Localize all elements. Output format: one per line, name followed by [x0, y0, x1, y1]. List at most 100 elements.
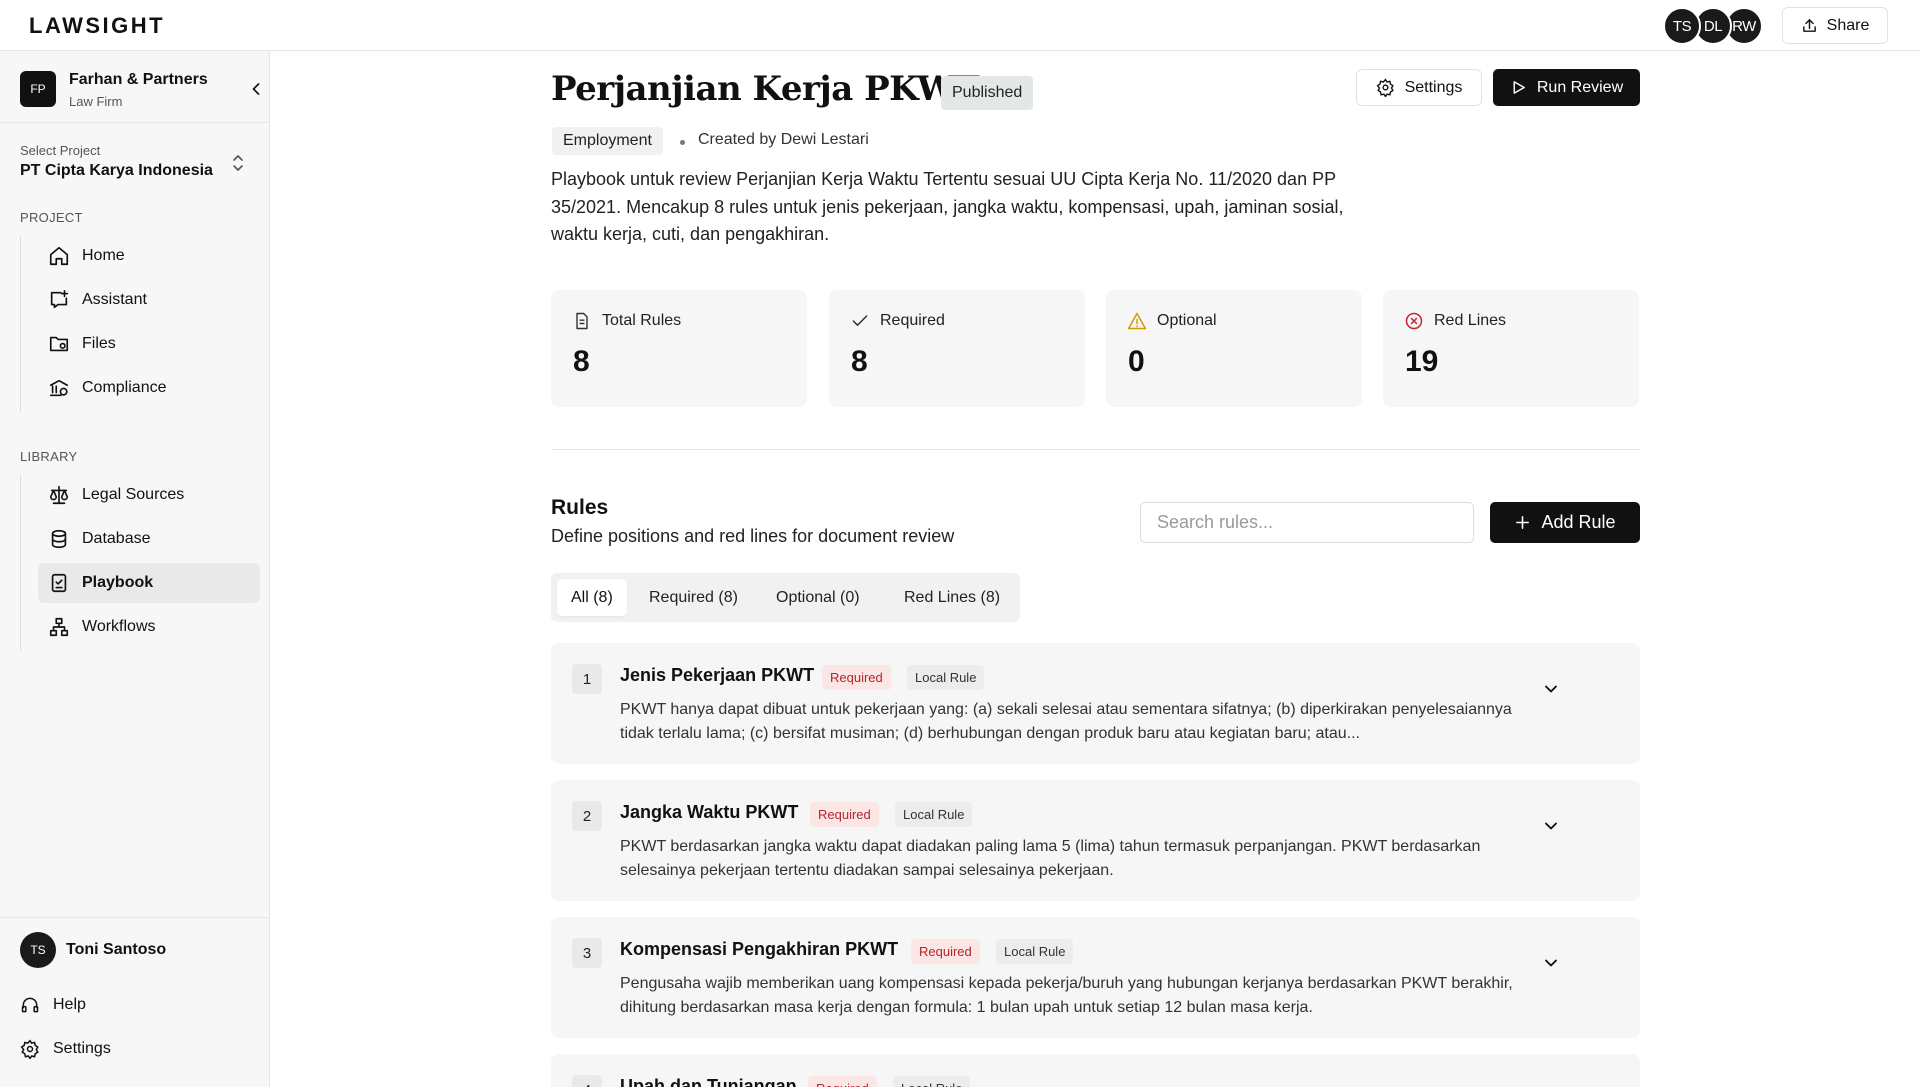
- run-review-label: Run Review: [1536, 78, 1624, 96]
- tab-required[interactable]: Required (8): [635, 579, 752, 616]
- sidebar-item-label: Compliance: [82, 379, 167, 396]
- stat-value: 8: [851, 345, 868, 378]
- chevron-down-icon[interactable]: [1541, 679, 1561, 699]
- rule-card[interactable]: 4 Upah dan Tunjangan Required Local Rule: [551, 1054, 1640, 1087]
- add-rule-label: Add Rule: [1541, 512, 1616, 532]
- chevron-updown-icon[interactable]: [230, 152, 246, 174]
- warning-icon: [1127, 312, 1147, 330]
- rule-title: Jangka Waktu PKWT: [620, 802, 799, 822]
- stat-label-row: Total Rules: [572, 311, 681, 331]
- top-bar: LAWSIGHT TS DL RW Share: [0, 0, 1920, 51]
- settings-link[interactable]: Settings: [20, 1039, 111, 1059]
- playbook-icon: [51, 573, 67, 593]
- local-rule-badge: Local Rule: [895, 802, 973, 827]
- help-label: Help: [53, 996, 86, 1013]
- gear-icon: [20, 1039, 39, 1059]
- org-switcher[interactable]: FP Farhan & Partners Law Firm: [20, 71, 260, 113]
- rule-number: 3: [572, 938, 602, 968]
- divider: [551, 449, 1640, 450]
- status-badge: Published: [941, 76, 1034, 110]
- sidebar-item-label: Assistant: [82, 291, 147, 308]
- stat-label-row: Optional: [1127, 311, 1217, 331]
- stat-value: 8: [573, 345, 590, 378]
- rule-title: Kompensasi Pengakhiran PKWT: [620, 939, 899, 959]
- search-rules-input[interactable]: [1140, 502, 1474, 543]
- project-nav: Home Assistant Files Compliance: [20, 236, 260, 412]
- share-button[interactable]: Share: [1782, 7, 1888, 44]
- app-logo[interactable]: LAWSIGHT: [29, 13, 165, 39]
- sidebar-item-label: Home: [82, 247, 125, 264]
- upload-icon: [1802, 19, 1816, 32]
- created-by: Created by Dewi Lestari: [698, 131, 869, 148]
- chevron-down-icon[interactable]: [1541, 816, 1561, 836]
- stat-label-row: Red Lines: [1404, 311, 1506, 331]
- stat-card-required: Required 8: [829, 290, 1085, 407]
- sidebar-item-label: Workflows: [82, 618, 156, 635]
- settings-button-label: Settings: [1404, 78, 1463, 96]
- rule-number: 4: [572, 1075, 602, 1087]
- required-badge: Required: [810, 802, 879, 827]
- rule-title: Jenis Pekerjaan PKWT: [620, 665, 815, 685]
- sidebar-item-label: Files: [82, 335, 116, 352]
- sidebar-item-assistant[interactable]: Assistant: [38, 280, 260, 320]
- sidebar-item-files[interactable]: Files: [38, 324, 260, 364]
- stat-card-optional: Optional 0: [1106, 290, 1362, 407]
- stat-label: Required: [880, 312, 945, 329]
- required-badge: Required: [822, 665, 891, 690]
- tab-all[interactable]: All (8): [557, 579, 627, 616]
- required-badge: Required: [808, 1076, 877, 1087]
- headset-icon: [21, 997, 39, 1013]
- rule-description: PKWT berdasarkan jangka waktu dapat diad…: [620, 838, 1481, 879]
- sidebar-item-playbook[interactable]: Playbook: [38, 563, 260, 603]
- stat-card-red-lines: Red Lines 19: [1383, 290, 1639, 407]
- stat-label: Total Rules: [602, 312, 682, 329]
- rule-card[interactable]: 2 Jangka Waktu PKWT Required Local Rule …: [551, 780, 1640, 901]
- section-label-library: LIBRARY: [20, 449, 78, 464]
- rules-subtitle: Define positions and red lines for docum…: [551, 526, 955, 546]
- sidebar-item-legal-sources[interactable]: Legal Sources: [38, 475, 260, 515]
- tab-optional[interactable]: Optional (0): [762, 579, 874, 616]
- required-badge: Required: [911, 939, 980, 964]
- rule-card[interactable]: 3 Kompensasi Pengakhiran PKWT Required L…: [551, 917, 1640, 1038]
- section-label-project: PROJECT: [20, 210, 83, 225]
- rule-title: Upah dan Tunjangan: [620, 1076, 797, 1087]
- sidebar-item-workflows[interactable]: Workflows: [38, 607, 260, 647]
- user-name: Toni Santoso: [66, 941, 167, 958]
- sidebar-item-label: Database: [82, 530, 151, 547]
- org-name: Farhan & Partners: [69, 71, 208, 88]
- play-icon: [1513, 81, 1525, 94]
- library-nav: Legal Sources Database Playbook Workflow…: [20, 475, 260, 651]
- database-icon: [51, 529, 67, 549]
- local-rule-badge: Local Rule: [996, 939, 1074, 964]
- user-profile[interactable]: TS Toni Santoso: [20, 932, 250, 972]
- collapse-sidebar-icon[interactable]: [246, 79, 266, 99]
- workflow-icon: [49, 617, 69, 637]
- plus-icon: [1516, 516, 1530, 529]
- sidebar-item-database[interactable]: Database: [38, 519, 260, 559]
- help-link[interactable]: Help: [20, 995, 86, 1015]
- tab-red-lines[interactable]: Red Lines (8): [890, 579, 1014, 616]
- project-select-label: Select Project: [20, 143, 101, 158]
- avatar[interactable]: TS: [1663, 7, 1701, 45]
- scale-icon: [49, 485, 69, 505]
- project-name[interactable]: PT Cipta Karya Indonesia: [20, 162, 213, 180]
- compliance-icon: [49, 379, 69, 397]
- rule-description: Pengusaha wajib memberikan uang kompensa…: [620, 975, 1513, 1016]
- add-rule-button[interactable]: Add Rule: [1490, 502, 1640, 543]
- run-review-button[interactable]: Run Review: [1493, 69, 1640, 106]
- divider: [0, 917, 270, 918]
- stat-label-row: Required: [850, 311, 945, 331]
- sidebar-item-label: Playbook: [82, 574, 154, 591]
- rule-card[interactable]: 1 Jenis Pekerjaan PKWT Required Local Ru…: [551, 643, 1640, 764]
- sidebar-item-home[interactable]: Home: [38, 236, 260, 276]
- chevron-down-icon[interactable]: [1541, 953, 1561, 973]
- check-icon: [852, 315, 868, 326]
- local-rule-badge: Local Rule: [907, 665, 985, 690]
- home-icon: [49, 246, 69, 266]
- sidebar-item-compliance[interactable]: Compliance: [38, 368, 260, 408]
- divider: [0, 122, 270, 123]
- sidebar-item-label: Legal Sources: [82, 486, 185, 503]
- rule-number: 2: [572, 801, 602, 831]
- playbook-description: Playbook untuk review Perjanjian Kerja W…: [551, 169, 1344, 244]
- playbook-settings-button[interactable]: Settings: [1356, 69, 1482, 106]
